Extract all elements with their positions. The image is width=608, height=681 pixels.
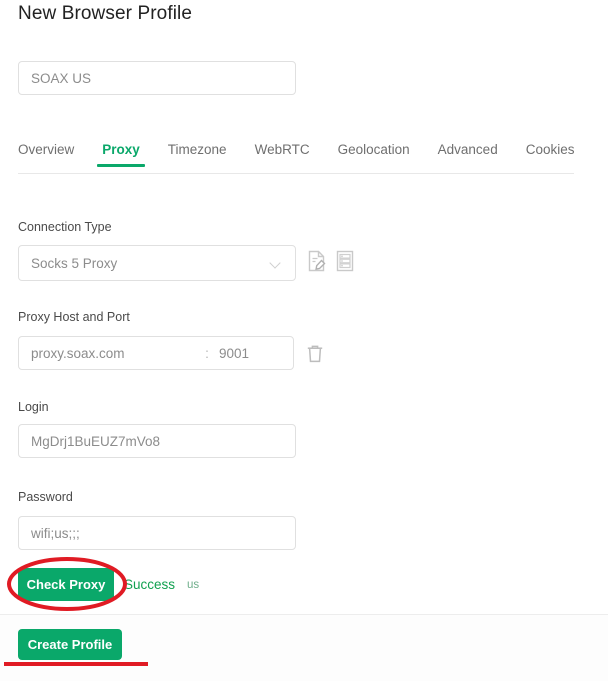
tab-webrtc[interactable]: WebRTC	[255, 142, 310, 167]
tab-proxy[interactable]: Proxy	[97, 142, 145, 167]
proxy-host-port-label: Proxy Host and Port	[18, 310, 130, 324]
login-label: Login	[18, 400, 49, 414]
proxy-status-region: us	[187, 579, 200, 591]
document-edit-icon[interactable]	[306, 249, 328, 273]
profile-tabs: Overview Proxy Timezone WebRTC Geolocati…	[18, 142, 574, 174]
chevron-down-icon	[270, 258, 281, 269]
connection-type-select[interactable]: Socks 5 Proxy	[18, 245, 296, 281]
trash-icon[interactable]	[305, 343, 325, 365]
page-title: New Browser Profile	[18, 3, 193, 24]
connection-type-value: Socks 5 Proxy	[31, 255, 118, 271]
tab-cookies[interactable]: Cookies	[526, 142, 575, 167]
tab-timezone[interactable]: Timezone	[168, 142, 227, 167]
tabs-divider	[18, 173, 574, 174]
password-label: Password	[18, 490, 73, 504]
proxy-host-input[interactable]: proxy.soax.com	[19, 337, 201, 369]
new-browser-profile-page: New Browser Profile SOAX US Overview Pro…	[0, 0, 608, 681]
tab-overview[interactable]: Overview	[18, 142, 74, 167]
proxy-host-port-group: proxy.soax.com : 9001	[18, 336, 294, 370]
tab-advanced[interactable]: Advanced	[438, 142, 498, 167]
connection-type-label: Connection Type	[18, 220, 112, 234]
login-input[interactable]: MgDrj1BuEUZ7mVo8	[18, 424, 296, 458]
tab-geolocation[interactable]: Geolocation	[338, 142, 410, 167]
create-profile-button[interactable]: Create Profile	[18, 629, 122, 660]
proxy-status-text: Success	[124, 577, 176, 592]
proxy-port-input[interactable]: 9001	[213, 337, 293, 369]
profile-name-input[interactable]: SOAX US	[18, 61, 296, 95]
password-input[interactable]: wifi;us;;;	[18, 516, 296, 550]
host-port-separator: :	[205, 345, 209, 361]
check-proxy-button[interactable]: Check Proxy	[18, 568, 114, 601]
proxy-list-icon[interactable]	[334, 249, 356, 273]
